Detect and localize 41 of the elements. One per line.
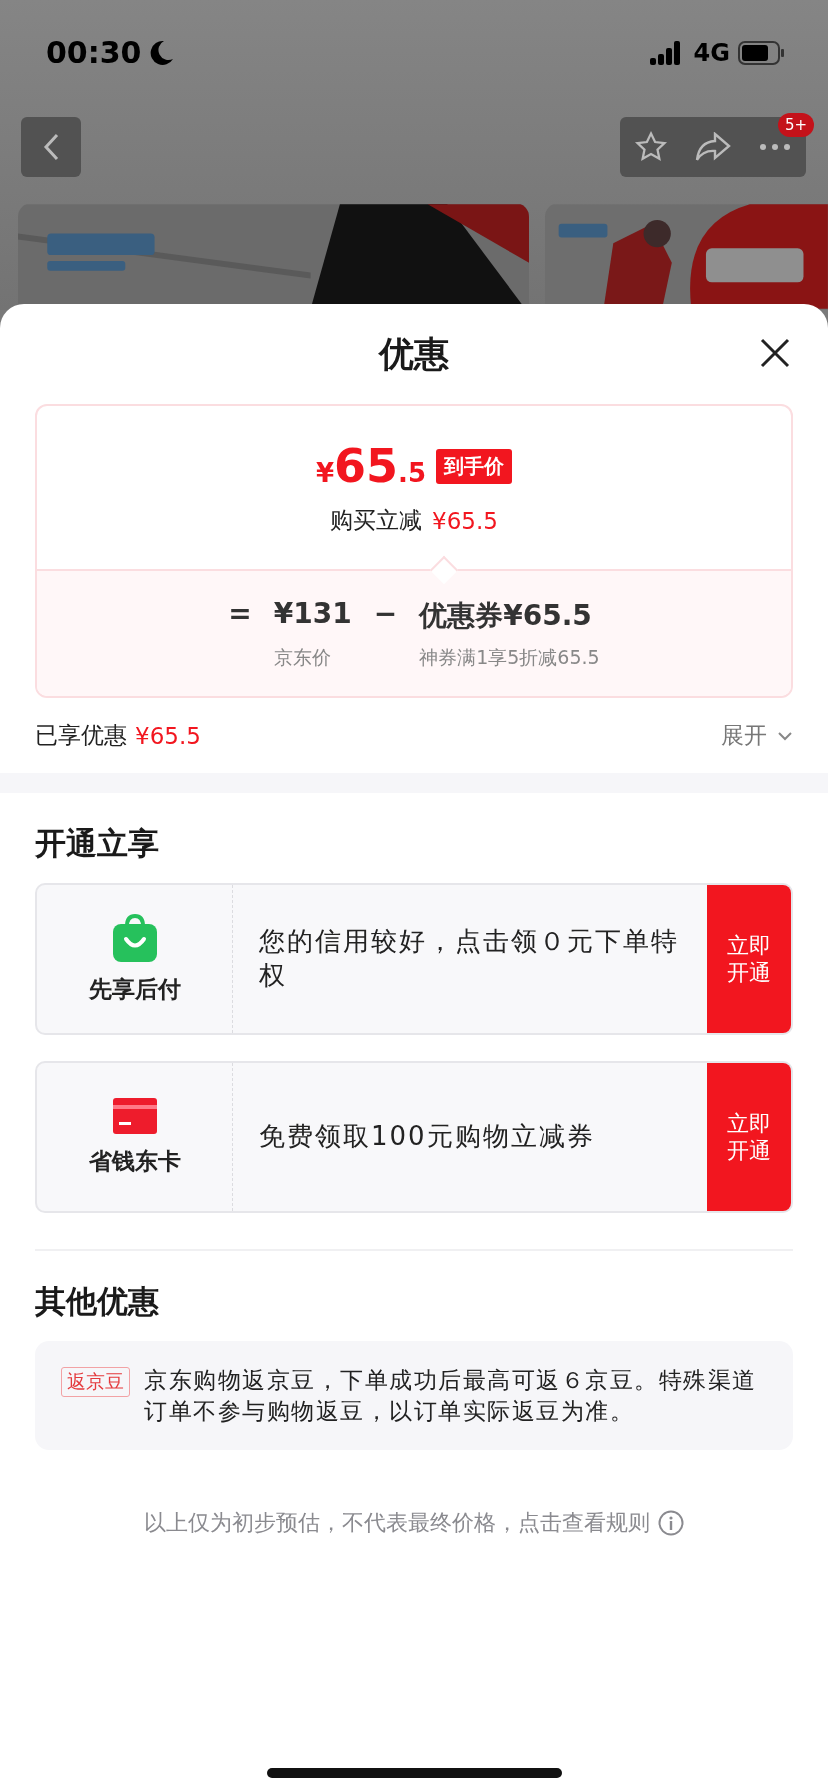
offer-description: 免费领取100元购物立减券 — [258, 1120, 596, 1154]
share-icon — [695, 132, 731, 162]
base-price: ¥131 — [273, 596, 352, 632]
chevron-down-icon — [777, 730, 793, 741]
close-icon — [758, 336, 792, 370]
offer-name: 省钱东卡 — [88, 1146, 181, 1176]
star-icon — [634, 130, 668, 164]
equals-sign: = — [228, 596, 252, 632]
card-icon — [112, 1097, 157, 1134]
status-time: 00:30 — [46, 35, 142, 70]
network-type: 4G — [693, 38, 730, 67]
section-title: 开通立享 — [34, 824, 160, 863]
base-price-label: 京东价 — [273, 644, 332, 670]
back-button[interactable] — [21, 117, 81, 177]
close-button[interactable] — [758, 336, 792, 370]
coupon-description: 神券满1享5折减65.5 — [419, 644, 600, 670]
offer-description: 您的信用较好，点击领０元下单特权 — [258, 925, 680, 992]
offer-name: 先享后付 — [88, 974, 181, 1004]
expand-button[interactable]: 展开 — [721, 720, 793, 751]
footnote-link[interactable]: 以上仅为初步预估，不代表最终价格，点击查看规则 — [144, 1508, 650, 1539]
savings-amount: ¥65.5 — [135, 722, 201, 749]
activate-button[interactable]: 立即开通 — [707, 1063, 791, 1211]
info-icon[interactable] — [658, 1510, 684, 1537]
final-price: ¥65.5 — [315, 439, 427, 493]
notification-badge: 5+ — [777, 113, 814, 137]
moon-icon — [149, 39, 174, 66]
coupon-amount: 优惠券¥65.5 — [419, 597, 593, 634]
sheet-title: 优惠 — [379, 332, 449, 376]
discount-label: 购买立减 — [330, 506, 423, 535]
minus-sign: − — [373, 596, 398, 632]
back-icon — [42, 132, 60, 162]
battery-icon — [738, 40, 784, 65]
info-tag: 返京豆 — [61, 1367, 130, 1397]
shopping-bag-icon — [112, 913, 157, 962]
activate-button[interactable]: 立即开通 — [707, 885, 791, 1033]
savings-label: 已享优惠 — [35, 721, 127, 750]
more-icon — [760, 144, 790, 150]
info-text: 京东购物返京豆，下单成功后最高可返６京豆。特殊渠道订单不参与购物返豆，以订单实际返豆为准。 — [144, 1366, 758, 1426]
discount-amount: ¥65.5 — [432, 507, 498, 534]
section-title: 其他优惠 — [34, 1282, 160, 1321]
price-tag: 到手价 — [436, 448, 513, 484]
